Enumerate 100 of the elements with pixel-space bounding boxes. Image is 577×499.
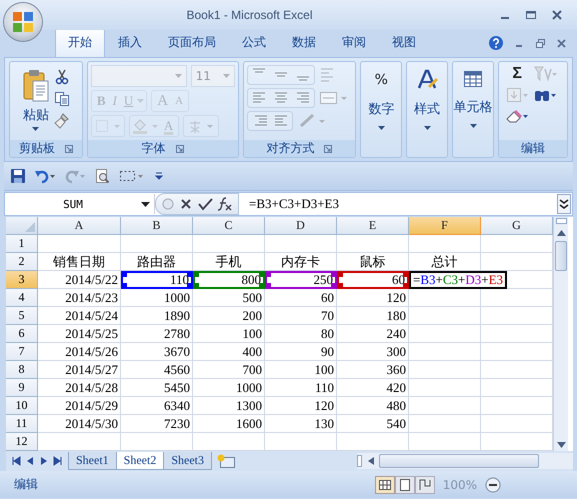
number-format-button[interactable]: % 数字 [361,62,402,157]
column-header[interactable]: F [409,217,481,235]
undo-icon[interactable] [34,168,56,184]
row-header[interactable]: 10 [6,397,38,415]
ribbon-tab[interactable]: 数据 [279,28,329,57]
table-cell[interactable]: 手机 [193,253,265,271]
table-cell[interactable]: 销售日期 [38,253,121,271]
ribbon-tab[interactable]: 公式 [229,28,279,57]
table-cell[interactable] [409,343,481,361]
table-cell[interactable]: 100 [265,361,337,379]
paste-button[interactable]: 粘贴 [22,65,50,137]
function-icon[interactable] [217,197,233,211]
table-cell[interactable]: 500 [193,289,265,307]
copy-icon[interactable] [54,91,70,107]
table-cell[interactable]: 1300 [193,397,265,415]
page-break-icon[interactable] [414,476,435,494]
table-cell[interactable]: 130 [265,415,337,433]
table-cell[interactable]: 200 [193,307,265,325]
row-header[interactable]: 6 [6,325,38,343]
row-header[interactable]: 1 [6,235,38,253]
column-header[interactable]: C [193,217,265,235]
row-header[interactable]: 9 [6,379,38,397]
table-cell[interactable]: =B3+C3+D3+E3 [409,271,553,289]
table-cell[interactable] [193,235,265,253]
column-header[interactable]: B [121,217,193,235]
table-cell[interactable]: 鼠标 [337,253,409,271]
table-cell[interactable]: 360 [337,361,409,379]
table-cell[interactable] [121,235,193,253]
table-cell[interactable]: 540 [337,415,409,433]
table-cell[interactable]: 2014/5/26 [38,343,121,361]
table-cell[interactable]: 2014/5/23 [38,289,121,307]
customize-caret-icon[interactable] [154,170,164,182]
help-icon[interactable] [488,35,504,51]
maximize-icon[interactable] [525,9,537,21]
column-header[interactable]: D [265,217,337,235]
ribbon-tab[interactable]: 开始 [55,28,105,57]
table-cell[interactable]: 2014/5/25 [38,325,121,343]
page-layout-icon[interactable] [394,476,415,494]
table-cell[interactable]: 240 [337,325,409,343]
referenced-cell[interactable]: 110 [121,271,193,289]
table-cell[interactable]: 2014/5/30 [38,415,121,433]
ribbon-tab[interactable]: 审阅 [329,28,379,57]
dialog-launcher-icon[interactable] [64,144,73,152]
table-cell[interactable] [409,361,481,379]
first-sheet-icon[interactable] [10,455,22,467]
table-cell[interactable]: 1600 [193,415,265,433]
column-header[interactable]: E [337,217,409,235]
table-cell[interactable]: 2014/5/29 [38,397,121,415]
table-cell[interactable] [409,307,481,325]
scissors-icon[interactable] [54,69,70,85]
table-cell[interactable] [409,325,481,343]
close-icon[interactable] [556,38,567,48]
cells-button[interactable]: 单元格 [453,62,494,157]
enter-check-icon[interactable] [197,197,213,211]
last-sheet-icon[interactable] [52,455,64,467]
row-header[interactable]: 7 [6,343,38,361]
insert-sheet-icon[interactable] [215,453,238,469]
table-cell[interactable]: 60 [265,289,337,307]
table-cell[interactable]: 100 [193,325,265,343]
table-cell[interactable]: 6340 [121,397,193,415]
table-cell[interactable]: 5450 [121,379,193,397]
sheet-tab[interactable]: Sheet2 [116,452,164,470]
referenced-cell[interactable]: 250 [265,271,337,289]
print-preview-icon[interactable] [94,168,110,184]
scroll-thumb[interactable] [555,241,567,271]
sheet-tab[interactable]: Sheet1 [68,452,117,470]
table-cell[interactable]: 70 [265,307,337,325]
row-header[interactable]: 5 [6,307,38,325]
sheet-tab[interactable]: Sheet3 [163,452,212,470]
row-header[interactable]: 4 [6,289,38,307]
table-cell[interactable]: 7230 [121,415,193,433]
column-header[interactable]: G [481,217,553,235]
table-cell[interactable] [409,397,481,415]
table-cell[interactable]: 3670 [121,343,193,361]
redo-icon[interactable] [64,168,86,184]
table-cell[interactable]: 2014/5/28 [38,379,121,397]
office-button[interactable] [4,3,42,41]
table-cell[interactable]: 90 [265,343,337,361]
row-header[interactable]: 11 [6,415,38,433]
styles-button[interactable]: 样式 [407,62,448,157]
table-cell[interactable]: 1000 [121,289,193,307]
table-cell[interactable]: 180 [337,307,409,325]
table-cell[interactable] [337,235,409,253]
table-cell[interactable] [265,235,337,253]
ribbon-tab[interactable]: 页面布局 [155,28,229,57]
table-cell[interactable] [409,379,481,397]
table-cell[interactable]: 2780 [121,325,193,343]
table-cell[interactable]: 480 [337,397,409,415]
table-cell[interactable]: 700 [193,361,265,379]
table-cell[interactable]: 2014/5/24 [38,307,121,325]
table-cell[interactable] [409,235,481,253]
split-handle-icon[interactable] [357,454,364,468]
row-header[interactable]: 12 [6,433,38,451]
referenced-cell[interactable]: 60 [337,271,409,289]
table-cell[interactable]: 400 [193,343,265,361]
table-cell[interactable]: 1890 [121,307,193,325]
table-cell[interactable]: 120 [265,397,337,415]
split-handle-icon[interactable] [554,217,568,225]
table-cell[interactable]: 内存卡 [265,253,337,271]
column-header[interactable]: A [38,217,121,235]
